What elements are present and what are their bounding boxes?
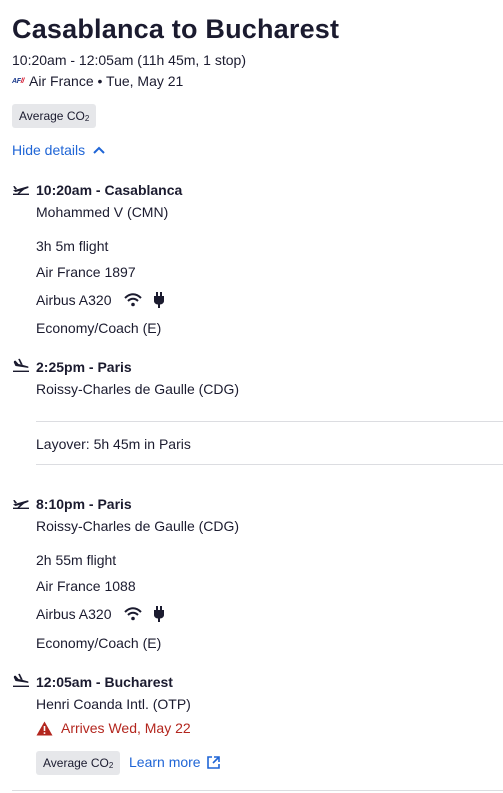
wifi-icon — [123, 293, 142, 307]
segment-1-departure-time: 10:20am - Casablanca — [36, 182, 183, 198]
arrival-warning: Arrives Wed, May 22 — [36, 720, 191, 736]
warning-icon — [36, 721, 53, 735]
segment-2-flight-number: Air France 1088 — [36, 578, 136, 594]
hide-details-toggle[interactable]: Hide details — [12, 142, 105, 158]
chevron-up-icon — [93, 146, 105, 154]
landing-icon — [13, 673, 29, 687]
layover-top-divider — [36, 421, 503, 422]
segment-1-duration: 3h 5m flight — [36, 238, 109, 254]
learn-more-link[interactable]: Learn more — [129, 754, 220, 770]
segment-2-aircraft: Airbus A320 — [36, 606, 166, 622]
layover-bottom-divider — [36, 464, 503, 465]
segment-2-duration: 2h 55m flight — [36, 552, 117, 568]
flight-details-panel: Casablanca to Bucharest 10:20am - 12:05a… — [0, 0, 503, 793]
takeoff-icon — [13, 500, 29, 509]
aircraft-label: Airbus A320 — [36, 292, 112, 308]
segment-1-departure-airport: Mohammed V (CMN) — [36, 204, 169, 220]
segment-1-arrival-airport: Roissy-Charles de Gaulle (CDG) — [36, 381, 240, 397]
hide-details-label: Hide details — [12, 142, 86, 158]
segment-2-departure-time: 8:10pm - Paris — [36, 496, 132, 512]
external-link-icon — [206, 755, 220, 769]
power-plug-icon — [153, 292, 164, 308]
segment-1-flight-number: Air France 1897 — [36, 264, 136, 280]
segment-2-cabin: Economy/Coach (E) — [36, 635, 162, 651]
landing-icon — [13, 358, 29, 372]
segment-2-departure-airport: Roissy-Charles de Gaulle (CDG) — [36, 518, 240, 534]
arrival-warning-text: Arrives Wed, May 22 — [61, 720, 191, 736]
segment-1-cabin: Economy/Coach (E) — [36, 320, 162, 336]
segment-1-aircraft: Airbus A320 — [36, 292, 166, 308]
page-title: Casablanca to Bucharest — [12, 14, 340, 44]
airline-row: AF// Air France • Tue, May 21 — [12, 73, 183, 89]
trip-summary: 10:20am - 12:05am (11h 45m, 1 stop) — [12, 52, 246, 68]
power-plug-icon — [153, 606, 164, 622]
segment-1-arrival-time: 2:25pm - Paris — [36, 359, 132, 375]
co2-badge: Average CO2 — [12, 104, 97, 128]
wifi-icon — [123, 607, 142, 621]
airline-logo: AF// — [12, 77, 25, 85]
segment-2-arrival-time: 12:05am - Bucharest — [36, 674, 173, 690]
layover-info: Layover: 5h 45m in Paris — [36, 436, 191, 452]
takeoff-icon — [13, 186, 29, 195]
bottom-divider — [12, 790, 503, 791]
airline-date: Air France • Tue, May 21 — [29, 73, 184, 89]
segment-2-arrival-airport: Henri Coanda Intl. (OTP) — [36, 696, 191, 712]
learn-more-label: Learn more — [129, 754, 201, 770]
co2-badge: Average CO2 — [36, 751, 121, 775]
aircraft-label: Airbus A320 — [36, 606, 112, 622]
